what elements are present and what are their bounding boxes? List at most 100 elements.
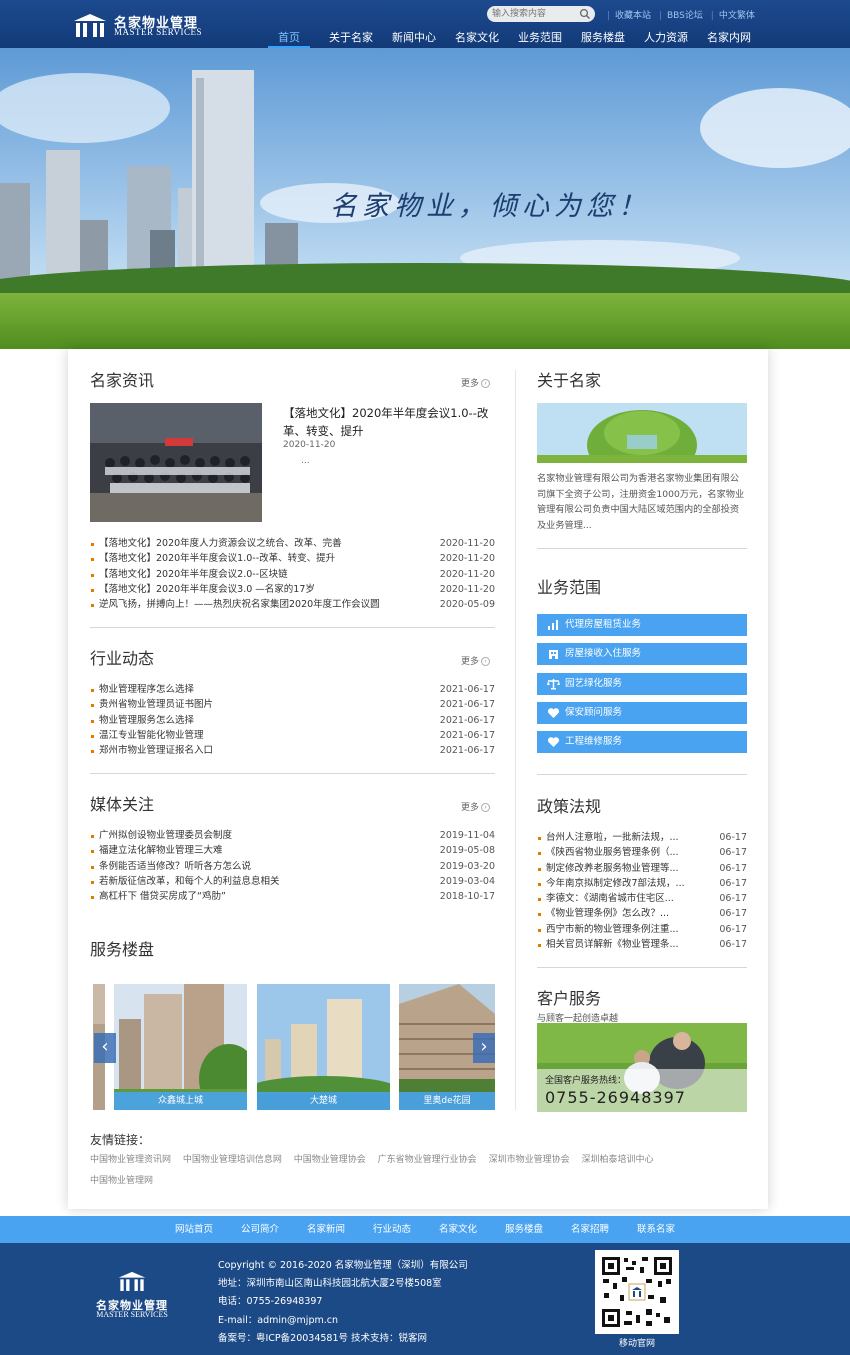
media-more-link[interactable]: 更多 ›	[461, 800, 491, 813]
list-item[interactable]: 【落地文化】2020年度人力资源会议之统合、改革、完善 2020-11-20	[90, 536, 495, 551]
industry-more-link[interactable]: 更多 ›	[461, 654, 491, 667]
list-item[interactable]: 物业管理程序怎么选择 2021-06-17	[90, 682, 495, 697]
property-card[interactable]: 大楚城	[257, 984, 390, 1110]
footer-nav-jobs[interactable]: 名家招聘	[571, 1216, 609, 1243]
list-item[interactable]: 贵州省物业管理员证书图片 2021-06-17	[90, 697, 495, 712]
list-item[interactable]: 郑州市物业管理证报名入口 2021-06-17	[90, 743, 495, 758]
friend-link[interactable]: 中国物业管理资讯网	[90, 1155, 171, 1165]
friend-link[interactable]: 中国物业管理培训信息网	[183, 1155, 282, 1165]
divider	[90, 627, 495, 628]
industry-list: 物业管理程序怎么选择 2021-06-17 贵州省物业管理员证书图片 2021-06…	[90, 682, 495, 758]
properties-section-title: 服务楼盘	[90, 940, 155, 959]
bbs-link[interactable]: BBS论坛	[667, 11, 703, 21]
news-more-link[interactable]: 更多 ›	[461, 376, 491, 389]
list-item[interactable]: 【落地文化】2020年半年度会议3.0 —名家的17岁 2020-11-20	[90, 582, 495, 597]
about-tree-image[interactable]	[537, 403, 747, 463]
nav-culture[interactable]: 名家文化	[455, 24, 499, 48]
footer-nav-culture[interactable]: 名家文化	[439, 1216, 477, 1243]
footer-nav-home[interactable]: 网站首页	[175, 1216, 213, 1243]
divider	[537, 774, 747, 775]
list-item[interactable]: 广州拟创设物业管理委员会制度 2019-11-04	[90, 828, 495, 843]
friend-link[interactable]: 中国物业管理协会	[294, 1155, 366, 1165]
list-item[interactable]: 《陕西省物业服务管理条例（... 06-17	[537, 845, 747, 860]
nav-intranet[interactable]: 名家内网	[707, 24, 751, 48]
list-item[interactable]: 制定修改养老服务物业管理等... 06-17	[537, 861, 747, 876]
email-text[interactable]: E-mail：admin@mjpm.cn	[218, 1312, 468, 1330]
business-item-security[interactable]: 保安顾问服务	[537, 702, 747, 724]
logo-building-icon	[74, 14, 106, 37]
more-arrow-icon: ›	[481, 803, 491, 812]
carousel-next-button[interactable]: ›	[473, 1033, 495, 1063]
divider	[537, 548, 747, 549]
list-item[interactable]: 李德文：《湖南省城市住宅区... 06-17	[537, 891, 747, 906]
list-item[interactable]: 物业管理服务怎么选择 2021-06-17	[90, 713, 495, 728]
site-logo[interactable]: 名家物业管理 MASTER SERVICES	[72, 10, 222, 40]
list-item[interactable]: 温江专业智能化物业管理 2021-06-17	[90, 728, 495, 743]
industry-section-title: 行业动态	[90, 649, 155, 668]
business-item-move-in[interactable]: 房屋接收入住服务	[537, 643, 747, 665]
chevron-right-icon: ›	[480, 1036, 488, 1057]
news-list: 【落地文化】2020年度人力资源会议之统合、改革、完善 2020-11-20 【落…	[90, 536, 495, 612]
featured-news-photo[interactable]	[90, 403, 262, 522]
nav-business[interactable]: 业务范围	[518, 24, 562, 48]
nav-hr[interactable]: 人力资源	[644, 24, 688, 48]
building-icon	[549, 650, 558, 659]
footer-nav-contact[interactable]: 联系名家	[637, 1216, 675, 1243]
footer-logo-english: MASTER SERVICES	[96, 1310, 168, 1319]
bookmark-link[interactable]: 收藏本站	[615, 11, 651, 21]
traditional-chinese-link[interactable]: 中文繁体	[719, 11, 755, 21]
list-item[interactable]: 台州人注意啦，一批新法规，... 06-17	[537, 830, 747, 845]
list-item[interactable]: 【落地文化】2020年半年度会议2.0--区块链 2020-11-20	[90, 567, 495, 582]
footer-nav-profile[interactable]: 公司简介	[241, 1216, 279, 1243]
icp-text[interactable]: 备案号：粤ICP备20034581号 技术支持：锐客网	[218, 1330, 468, 1348]
banner-slogan: 名家物业，倾心为您！	[330, 191, 650, 222]
policy-list: 台州人注意啦，一批新法规，... 06-17 《陕西省物业服务管理条例（... 06…	[537, 830, 747, 952]
nav-properties[interactable]: 服务楼盘	[581, 24, 625, 48]
business-item-greening[interactable]: 园艺绿化服务	[537, 673, 747, 695]
list-item[interactable]: 今年南京拟制定修改7部法规，... 06-17	[537, 876, 747, 891]
footer-nav-news[interactable]: 名家新闻	[307, 1216, 345, 1243]
list-item[interactable]: 相关官员详解新《物业管理条... 06-17	[537, 937, 747, 952]
friend-link[interactable]: 中国物业管理网	[90, 1176, 153, 1186]
business-item-maintenance[interactable]: 工程维修服务	[537, 731, 747, 753]
featured-news-date: 2020-11-20	[283, 440, 336, 450]
list-item[interactable]: 条例能否适当修改？听听各方怎么说 2019-03-20	[90, 859, 495, 874]
site-header: 名家物业管理 MASTER SERVICES |收藏本站 |BBS论坛 |中文繁…	[0, 0, 850, 48]
business-section-title: 业务范围	[537, 578, 602, 597]
property-name: 里奥de花园	[399, 1092, 495, 1110]
footer-nav-industry[interactable]: 行业动态	[373, 1216, 411, 1243]
list-item[interactable]: 《物业管理条例》怎么改？... 06-17	[537, 906, 747, 921]
business-item-rental[interactable]: 代理房屋租赁业务	[537, 614, 747, 636]
list-item[interactable]: 若新版征信改革，和每个人的利益息息相关 2019-03-04	[90, 874, 495, 889]
logo-english-name: MASTER SERVICES	[114, 27, 203, 37]
friend-link[interactable]: 深圳柏泰培训中心	[581, 1155, 653, 1165]
tree-image	[537, 403, 747, 463]
list-item[interactable]: 逆风飞扬，拼搏向上！——热烈庆祝名家集团2020年度工作会议圆 2020-05-0…	[90, 597, 495, 612]
policy-section-title: 政策法规	[537, 797, 602, 816]
nav-about[interactable]: 关于名家	[329, 24, 373, 48]
carousel-prev-button[interactable]: ‹	[94, 1033, 116, 1063]
footer-info: Copyright © 2016-2020 名家物业管理（深圳）有限公司 地址：…	[218, 1257, 468, 1348]
nav-home[interactable]: 首页	[268, 24, 310, 48]
list-item[interactable]: 高杠杆下 借贷买房成了“鸡肋” 2018-10-17	[90, 889, 495, 904]
hotline-label: 全国客户服务热线：	[545, 1076, 627, 1086]
footer-logo[interactable]: 名家物业管理 MASTER SERVICES	[86, 1267, 178, 1319]
hero-banner: 名家物业，倾心为您！	[0, 48, 850, 349]
property-name: 众鑫城上城	[114, 1092, 247, 1110]
more-arrow-icon: ›	[481, 657, 491, 666]
friend-link[interactable]: 广东省物业管理行业协会	[378, 1155, 477, 1165]
nav-news[interactable]: 新闻中心	[392, 24, 436, 48]
search-icon[interactable]	[579, 8, 591, 20]
logo-building-icon	[118, 1271, 146, 1291]
property-card[interactable]: 众鑫城上城	[114, 984, 247, 1110]
list-item[interactable]: 西宁市新的物业管理条例注重... 06-17	[537, 922, 747, 937]
featured-news-title[interactable]: 【落地文化】2020年半年度会议1.0--改革、转变、提升	[283, 404, 495, 440]
footer-nav-properties[interactable]: 服务楼盘	[505, 1216, 543, 1243]
friend-links: 中国物业管理资讯网 中国物业管理培训信息网 中国物业管理协会 广东省物业管理行业…	[90, 1150, 710, 1192]
footer-nav: 网站首页 公司简介 名家新闻 行业动态 名家文化 服务楼盘 名家招聘 联系名家	[0, 1216, 850, 1243]
list-item[interactable]: 福建立法化解物业管理三大难 2019-05-08	[90, 843, 495, 858]
hotline-number[interactable]: 0755-26948397	[545, 1088, 686, 1107]
group-photo-image	[90, 403, 262, 522]
list-item[interactable]: 【落地文化】2020年半年度会议1.0--改革、转变、提升 2020-11-20	[90, 551, 495, 566]
friend-link[interactable]: 深圳市物业管理协会	[489, 1155, 570, 1165]
